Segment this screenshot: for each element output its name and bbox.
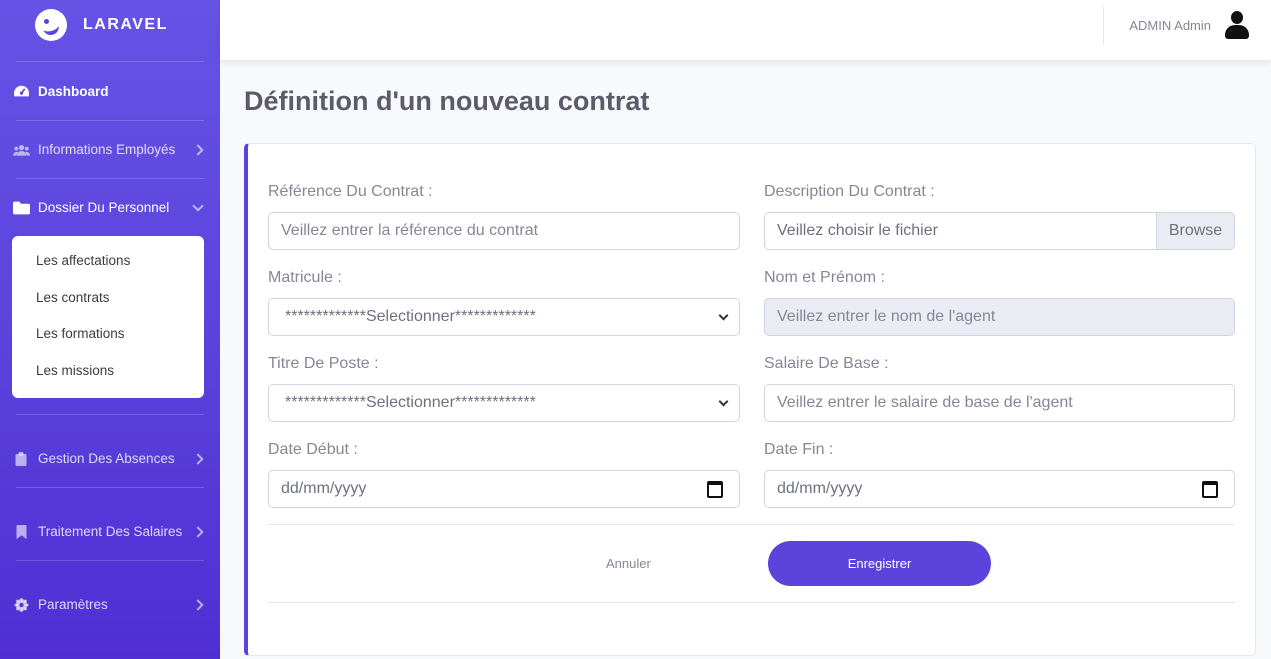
- nom-input: Veillez entrer le nom de l'agent: [764, 298, 1235, 336]
- sidebar-item-traitement-des-salaires[interactable]: Traitement Des Salaires: [0, 518, 220, 545]
- titre-selected: *************Selectionner*************: [285, 394, 536, 411]
- calendar-icon[interactable]: [1202, 480, 1218, 498]
- sidebar: LARAVEL Dashboard Informations Employés …: [0, 0, 220, 659]
- reference-input[interactable]: Veillez entrer la référence du contrat: [268, 212, 740, 250]
- nom-label: Nom et Prénom :: [764, 269, 885, 286]
- form-divider: [268, 524, 1235, 525]
- user-icon: [1223, 11, 1251, 39]
- cog-icon: [14, 597, 29, 612]
- tachometer-icon: [14, 85, 29, 97]
- users-icon: [13, 144, 30, 156]
- sidebar-item-dashboard[interactable]: Dashboard: [0, 62, 220, 120]
- matricule-select[interactable]: *************Selectionner*************: [268, 298, 740, 336]
- browse-button[interactable]: Browse: [1156, 213, 1234, 249]
- sidebar-item-label: Dashboard: [38, 83, 109, 99]
- matricule-label: Matricule :: [268, 269, 342, 286]
- chevron-down-icon: [192, 199, 204, 212]
- sidebar-item-gestion-des-absences[interactable]: Gestion Des Absences: [0, 445, 220, 472]
- topbar: ADMIN Admin: [220, 0, 1271, 60]
- bookmark-icon: [16, 524, 27, 539]
- submenu-item-formations[interactable]: Les formations: [12, 317, 204, 354]
- submenu-item-contrats[interactable]: Les contrats: [12, 281, 204, 318]
- chevron-right-icon: [192, 525, 204, 538]
- page-title: Définition d'un nouveau contrat: [244, 86, 650, 116]
- sidebar-item-dossier-du-personnel[interactable]: Dossier Du Personnel: [0, 194, 220, 221]
- date-fin-value: dd/mm/yyyy: [777, 480, 863, 497]
- reference-label: Référence Du Contrat :: [268, 183, 433, 200]
- debut-label: Date Début :: [268, 441, 358, 458]
- sidebar-item-label: Dossier Du Personnel: [38, 200, 170, 215]
- submenu-item-missions[interactable]: Les missions: [12, 354, 204, 391]
- brand-name: LARAVEL: [83, 16, 168, 33]
- contract-form-card: Référence Du Contrat : Veillez entrer la…: [244, 143, 1256, 656]
- clipboard-icon: [15, 451, 27, 466]
- chevron-right-icon: [192, 598, 204, 611]
- date-debut-value: dd/mm/yyyy: [281, 480, 367, 497]
- sidebar-item-label: Informations Employés: [38, 142, 176, 157]
- save-button[interactable]: Enregistrer: [768, 541, 991, 586]
- folder-icon: [13, 201, 30, 214]
- description-file-input[interactable]: Veillez choisir le fichier Browse: [764, 212, 1235, 250]
- chevron-down-icon: [718, 396, 729, 406]
- matricule-selected: *************Selectionner*************: [285, 308, 536, 325]
- submenu-dossier-du-personnel: Les affectations Les contrats Les format…: [12, 236, 204, 398]
- salaire-input[interactable]: Veillez entrer le salaire de base de l'a…: [764, 384, 1235, 422]
- submenu-item-affectations[interactable]: Les affectations: [12, 244, 204, 281]
- date-debut-input[interactable]: dd/mm/yyyy: [268, 470, 740, 508]
- sidebar-item-label: Traitement Des Salaires: [38, 524, 183, 539]
- sidebar-item-informations-employes[interactable]: Informations Employés: [0, 136, 220, 163]
- file-label: Veillez choisir le fichier: [765, 213, 1156, 249]
- fin-label: Date Fin :: [764, 441, 834, 458]
- calendar-icon[interactable]: [707, 480, 723, 498]
- salaire-label: Salaire De Base :: [764, 355, 889, 372]
- sidebar-item-label: Gestion Des Absences: [38, 451, 175, 466]
- laugh-wink-icon: [35, 9, 67, 41]
- titre-label: Titre De Poste :: [268, 355, 379, 372]
- brand[interactable]: LARAVEL: [0, 0, 220, 50]
- description-label: Description Du Contrat :: [764, 183, 935, 200]
- form-divider: [268, 602, 1235, 603]
- user-name: ADMIN Admin: [1129, 17, 1211, 33]
- chevron-down-icon: [718, 310, 729, 320]
- date-fin-input[interactable]: dd/mm/yyyy: [764, 470, 1235, 508]
- sidebar-item-parametres[interactable]: Paramètres: [0, 591, 220, 618]
- topbar-divider: [1103, 7, 1104, 45]
- chevron-right-icon: [192, 452, 204, 465]
- cancel-button[interactable]: Annuler: [606, 556, 651, 571]
- user-dropdown[interactable]: ADMIN Admin: [1129, 11, 1251, 39]
- titre-select[interactable]: *************Selectionner*************: [268, 384, 740, 422]
- chevron-right-icon: [192, 143, 204, 156]
- sidebar-item-label: Paramètres: [38, 597, 108, 612]
